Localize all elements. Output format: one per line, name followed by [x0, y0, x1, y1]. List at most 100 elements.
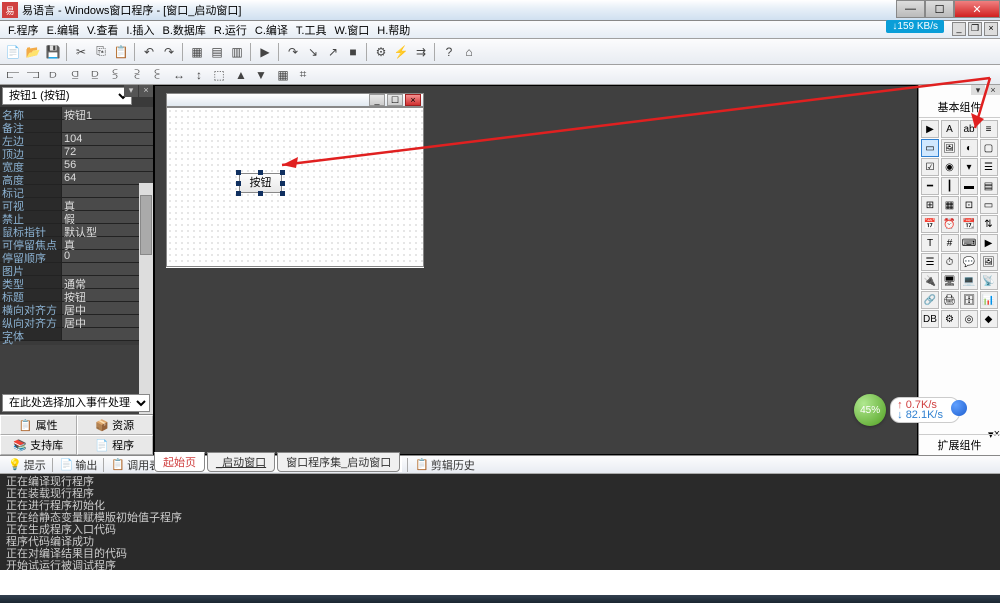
redo-icon[interactable]: ↷ [160, 43, 178, 61]
toolbar-tool-icon[interactable]: ⊡ [960, 196, 978, 214]
report-tool-icon[interactable]: 📊 [980, 291, 998, 309]
hotkey-tool-icon[interactable]: ⌨ [960, 234, 978, 252]
design-button-control[interactable]: 按钮 [239, 173, 282, 193]
resize-handle-e[interactable] [280, 181, 285, 186]
imagelist-tool-icon[interactable]: 🖼 [980, 253, 998, 271]
taskbar[interactable] [0, 595, 1000, 603]
client-tool-icon[interactable]: 💻 [960, 272, 978, 290]
com-tool-icon[interactable]: ⚙ [941, 310, 959, 328]
menu-insert[interactable]: I.插入 [122, 22, 158, 38]
tab-startup-page[interactable]: 起始页 [154, 452, 205, 472]
panel-pin-icon[interactable]: ▾ [124, 85, 138, 97]
textbox-tool-icon[interactable]: ab [960, 120, 978, 138]
menu-help[interactable]: H.帮助 [373, 22, 414, 38]
clipboard-tab[interactable]: 📋 剪辑历史 [411, 457, 479, 473]
prop-scrollbar[interactable] [139, 183, 153, 423]
object-selector[interactable]: 按钮1 (按钮) [2, 87, 132, 105]
child-restore[interactable]: ❐ [968, 22, 982, 36]
form-designer[interactable]: _ ☐ × 按钮 [166, 93, 424, 268]
menu-database[interactable]: B.数据库 [158, 22, 209, 38]
compile-run-icon[interactable]: ⚡ [392, 43, 410, 61]
stepover-icon[interactable]: ↷ [284, 43, 302, 61]
richtext-tool-icon[interactable]: T [921, 234, 939, 252]
progress-tool-icon[interactable]: ▬ [960, 177, 978, 195]
checkbox-tool-icon[interactable]: ☑ [921, 158, 939, 176]
pointer-tool-icon[interactable]: ▶ [921, 120, 939, 138]
comp-panel-pin-icon[interactable]: ▾ [971, 85, 985, 95]
same-height-icon[interactable]: ↕ [190, 66, 208, 84]
event-selector[interactable]: 在此处选择加入事件处理子程序 [2, 394, 150, 412]
align-middle-icon[interactable]: ⫒ [86, 66, 104, 84]
close-button[interactable]: ✕ [954, 0, 1000, 18]
home-icon[interactable]: ⌂ [460, 43, 478, 61]
combo-tool-icon[interactable]: ▾ [960, 158, 978, 176]
resize-handle-ne[interactable] [280, 170, 285, 175]
tab-start-window[interactable]: _启动窗口 [207, 452, 275, 472]
minimize-button[interactable]: — [896, 0, 925, 18]
compile-icon[interactable]: ⚙ [372, 43, 390, 61]
misc-tool-icon[interactable]: ◆ [980, 310, 998, 328]
calendar-tool-icon[interactable]: 📆 [960, 215, 978, 233]
stop-icon[interactable]: ■ [344, 43, 362, 61]
hspacing-icon[interactable]: ⫔ [128, 66, 146, 84]
property-grid[interactable]: 名称按钮1 备注 左边104 顶边72 宽度56 高度64 标记 可视真 禁止假… [0, 107, 153, 341]
same-width-icon[interactable]: ↔ [170, 66, 188, 84]
layout1-icon[interactable]: ▦ [188, 43, 206, 61]
align-top-icon[interactable]: ⫑ [66, 66, 84, 84]
layout2-icon[interactable]: ▤ [208, 43, 226, 61]
save-icon[interactable]: 💾 [44, 43, 62, 61]
extended-components-title[interactable]: 扩展组件 [919, 434, 1000, 455]
tab-resources[interactable]: 📦 资源 [77, 415, 154, 435]
tree-tool-icon[interactable]: ⊞ [921, 196, 939, 214]
cut-icon[interactable]: ✂ [72, 43, 90, 61]
resize-handle-nw[interactable] [236, 170, 241, 175]
align-right-icon[interactable]: ⫐ [44, 66, 62, 84]
ole-tool-icon[interactable]: ◎ [960, 310, 978, 328]
menu-edit[interactable]: E.编辑 [43, 22, 83, 38]
image-tool-icon[interactable]: 🖼 [941, 139, 959, 157]
tab-properties[interactable]: 📋 属性 [0, 415, 77, 435]
resize-handle-sw[interactable] [236, 191, 241, 196]
list-tool-icon[interactable]: ☰ [980, 158, 998, 176]
printer-tool-icon[interactable]: 🖨 [941, 291, 959, 309]
menu-window[interactable]: W.窗口 [330, 22, 373, 38]
comp-panel-close-icon[interactable]: × [986, 85, 1000, 95]
send-back-icon[interactable]: ▼ [252, 66, 270, 84]
dialog-tool-icon[interactable]: 💬 [960, 253, 978, 271]
speed-blue-icon[interactable] [951, 400, 967, 416]
frame-tool-icon[interactable]: ▢ [980, 139, 998, 157]
layout3-icon[interactable]: ▥ [228, 43, 246, 61]
socket-tool-icon[interactable]: 🔌 [921, 272, 939, 290]
spin-tool-icon[interactable]: ⇅ [980, 215, 998, 233]
open-icon[interactable]: 📂 [24, 43, 42, 61]
timer-tool-icon[interactable]: ⏱ [941, 253, 959, 271]
maximize-button[interactable]: ☐ [925, 0, 954, 18]
resize-handle-se[interactable] [280, 191, 285, 196]
shape-tool-icon[interactable]: ◐ [960, 139, 978, 157]
output-tab[interactable]: 📄 输出 [56, 457, 102, 473]
menu-tools[interactable]: T.工具 [292, 22, 331, 38]
resize-handle-s[interactable] [258, 191, 263, 196]
same-size-icon[interactable]: ⬚ [210, 66, 228, 84]
panel-close-icon[interactable]: × [139, 85, 153, 97]
ip-tool-icon[interactable]: # [941, 234, 959, 252]
undo-icon[interactable]: ↶ [140, 43, 158, 61]
editbox-tool-icon[interactable]: ≡ [980, 120, 998, 138]
menu-program[interactable]: F.程序 [4, 22, 43, 38]
menu-compile[interactable]: C.编译 [251, 22, 292, 38]
batch-compile-icon[interactable]: ⇉ [412, 43, 430, 61]
data-tool-icon[interactable]: 🗄 [960, 291, 978, 309]
tab-program[interactable]: 📄 程序 [77, 435, 154, 455]
hints-tab[interactable]: 💡 提示 [4, 457, 50, 473]
speed-widget[interactable]: 45% ↑ 0.7K/s ↓ 82.1K/s [854, 394, 960, 426]
align-center-icon[interactable]: ⫎ [24, 66, 42, 84]
design-canvas[interactable]: _ ☐ × 按钮 [154, 85, 918, 455]
child-close[interactable]: × [984, 22, 998, 36]
tab-tool-icon[interactable]: ▤ [980, 177, 998, 195]
serial-tool-icon[interactable]: 🔗 [921, 291, 939, 309]
resize-handle-n[interactable] [258, 170, 263, 175]
status-tool-icon[interactable]: ▭ [980, 196, 998, 214]
time-tool-icon[interactable]: ⏰ [941, 215, 959, 233]
resize-handle-w[interactable] [236, 181, 241, 186]
align-left-icon[interactable]: ⫍ [4, 66, 22, 84]
